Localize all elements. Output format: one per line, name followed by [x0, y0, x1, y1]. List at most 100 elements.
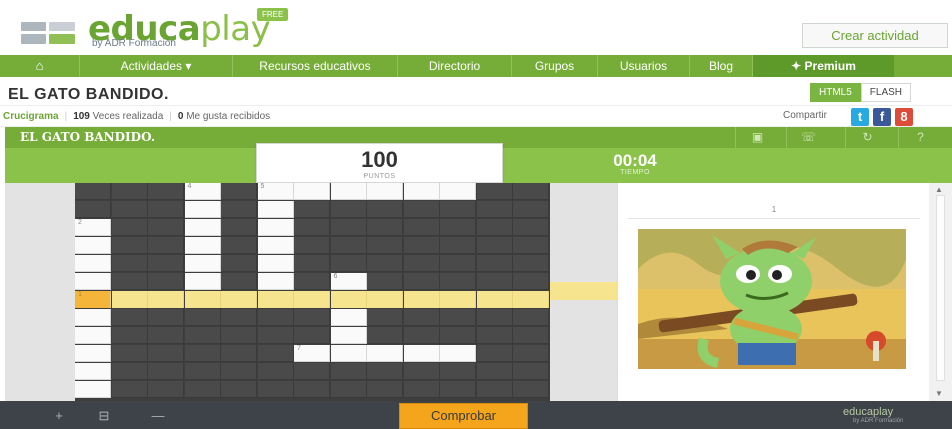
create-activity-button[interactable]: Crear actividad [802, 23, 948, 48]
crossword-cell-blocked [367, 219, 403, 236]
crossword-cell-active[interactable] [367, 291, 403, 308]
crossword-cell-active[interactable] [476, 291, 513, 308]
score-value: 100 [361, 147, 398, 172]
crossword-cell[interactable] [75, 345, 111, 362]
restart-icon[interactable]: ↻ [845, 127, 889, 148]
crossword-cell-blocked [294, 219, 330, 236]
crossword-cell-active[interactable] [513, 291, 549, 308]
crossword-cell[interactable] [184, 273, 221, 290]
crossword-cell[interactable] [257, 255, 294, 272]
crossword-cell-blocked [148, 201, 184, 218]
tab-html5[interactable]: HTML5 [810, 83, 861, 102]
crossword-cell-blocked [513, 219, 549, 236]
crossword-cell[interactable] [184, 255, 221, 272]
zoom-in-button[interactable]: + [44, 409, 74, 423]
crossword-cell-active[interactable] [184, 291, 221, 308]
crossword-cell-active[interactable] [403, 291, 440, 308]
crossword-cell-active[interactable] [111, 291, 148, 308]
zoom-out-button[interactable]: — [143, 409, 173, 423]
scroll-thumb[interactable] [936, 195, 945, 381]
crossword-cell[interactable] [440, 183, 476, 200]
check-button[interactable]: Comprobar [399, 403, 528, 429]
crossword-cell-blocked [221, 273, 257, 290]
zoom-fit-button[interactable]: ⊟ [89, 409, 119, 423]
crossword-cell-active[interactable] [294, 291, 330, 308]
crossword-cell[interactable] [184, 237, 221, 254]
crossword-cell[interactable] [257, 219, 294, 236]
crossword-cell[interactable]: 6 [330, 273, 367, 290]
crossword-cell-blocked [440, 327, 476, 344]
category-link[interactable]: Crucigrama [3, 111, 59, 122]
clue-number-label: 4 [187, 183, 192, 190]
crossword-cell-active[interactable]: 1 [75, 291, 111, 308]
crossword-cell[interactable] [75, 381, 111, 398]
crossword-cell[interactable] [257, 273, 294, 290]
crossword-cell[interactable] [403, 345, 440, 362]
keyboard-icon[interactable]: ☏ [786, 127, 830, 148]
crossword-cell-blocked [257, 345, 294, 362]
crossword-cell[interactable] [330, 183, 367, 200]
clue-scrollbar[interactable]: ▲ ▼ [929, 183, 952, 401]
crossword-cell[interactable] [403, 183, 440, 200]
crossword-cell-blocked [513, 363, 549, 380]
home-icon[interactable]: ⌂ [0, 55, 80, 77]
scroll-up-icon[interactable]: ▲ [935, 185, 943, 194]
crossword-cell-blocked [330, 201, 367, 218]
crossword-cell[interactable] [330, 327, 367, 344]
crossword-cell-blocked [148, 183, 184, 200]
nav-item-usuarios[interactable]: Usuarios [598, 55, 690, 77]
crossword-cell[interactable] [440, 345, 476, 362]
crossword-cell[interactable] [184, 201, 221, 218]
nav-item-actividades[interactable]: Actividades ▾ [80, 55, 233, 77]
nav-item-premium[interactable]: ✦ Premium [753, 55, 894, 77]
crossword-cell[interactable] [257, 237, 294, 254]
twitter-icon[interactable]: t [851, 108, 869, 126]
nav-item-grupos[interactable]: Grupos [512, 55, 598, 77]
crossword-cell-blocked [513, 309, 549, 326]
crossword-cell-blocked [403, 219, 440, 236]
crossword-cell-blocked [294, 309, 330, 326]
tab-flash[interactable]: FLASH [860, 83, 912, 102]
crossword-cell[interactable] [75, 363, 111, 380]
crossword-cell-active[interactable] [257, 291, 294, 308]
crossword-cell-active[interactable] [440, 291, 476, 308]
highlight-extension [550, 282, 617, 300]
crossword-cell-blocked [367, 201, 403, 218]
crossword-cell-blocked [367, 273, 403, 290]
crossword-cell[interactable] [367, 183, 403, 200]
crossword-cell-blocked [476, 219, 513, 236]
crossword-cell-active[interactable] [221, 291, 257, 308]
crossword-cell-blocked [513, 345, 549, 362]
google-plus-icon[interactable]: 8 [895, 108, 913, 126]
crossword-cell-blocked [148, 309, 184, 326]
help-icon[interactable]: ? [898, 127, 942, 148]
crossword-cell-blocked [221, 183, 257, 200]
crossword-cell[interactable]: 7 [294, 345, 330, 362]
nav-item-recursos[interactable]: Recursos educativos [233, 55, 398, 77]
crossword-cell[interactable] [367, 345, 403, 362]
crossword-cell[interactable] [75, 309, 111, 326]
crossword-cell[interactable] [294, 183, 330, 200]
crossword-cell[interactable]: 5 [257, 183, 294, 200]
crossword-cell[interactable] [330, 309, 367, 326]
scroll-down-icon[interactable]: ▼ [935, 389, 943, 398]
crossword-cell-active[interactable] [148, 291, 184, 308]
crossword-cell[interactable] [75, 237, 111, 254]
crossword-cell[interactable]: 2 [75, 219, 111, 236]
crossword-cell[interactable] [75, 273, 111, 290]
crossword-cell[interactable] [330, 345, 367, 362]
crossword-cell-blocked [513, 237, 549, 254]
fullscreen-icon[interactable]: ▣ [735, 127, 779, 148]
crossword-cell[interactable] [257, 201, 294, 218]
facebook-icon[interactable]: f [873, 108, 891, 126]
nav-item-blog[interactable]: Blog [690, 55, 753, 77]
crossword-cell-active[interactable] [330, 291, 367, 308]
crossword-cell-blocked [513, 273, 549, 290]
nav-item-directorio[interactable]: Directorio [398, 55, 512, 77]
logo-icon[interactable] [21, 22, 75, 44]
crossword-cell[interactable] [184, 219, 221, 236]
crossword-cell[interactable]: 4 [184, 183, 221, 200]
crossword-cell-blocked [476, 255, 513, 272]
crossword-cell[interactable] [75, 255, 111, 272]
crossword-cell[interactable] [75, 327, 111, 344]
